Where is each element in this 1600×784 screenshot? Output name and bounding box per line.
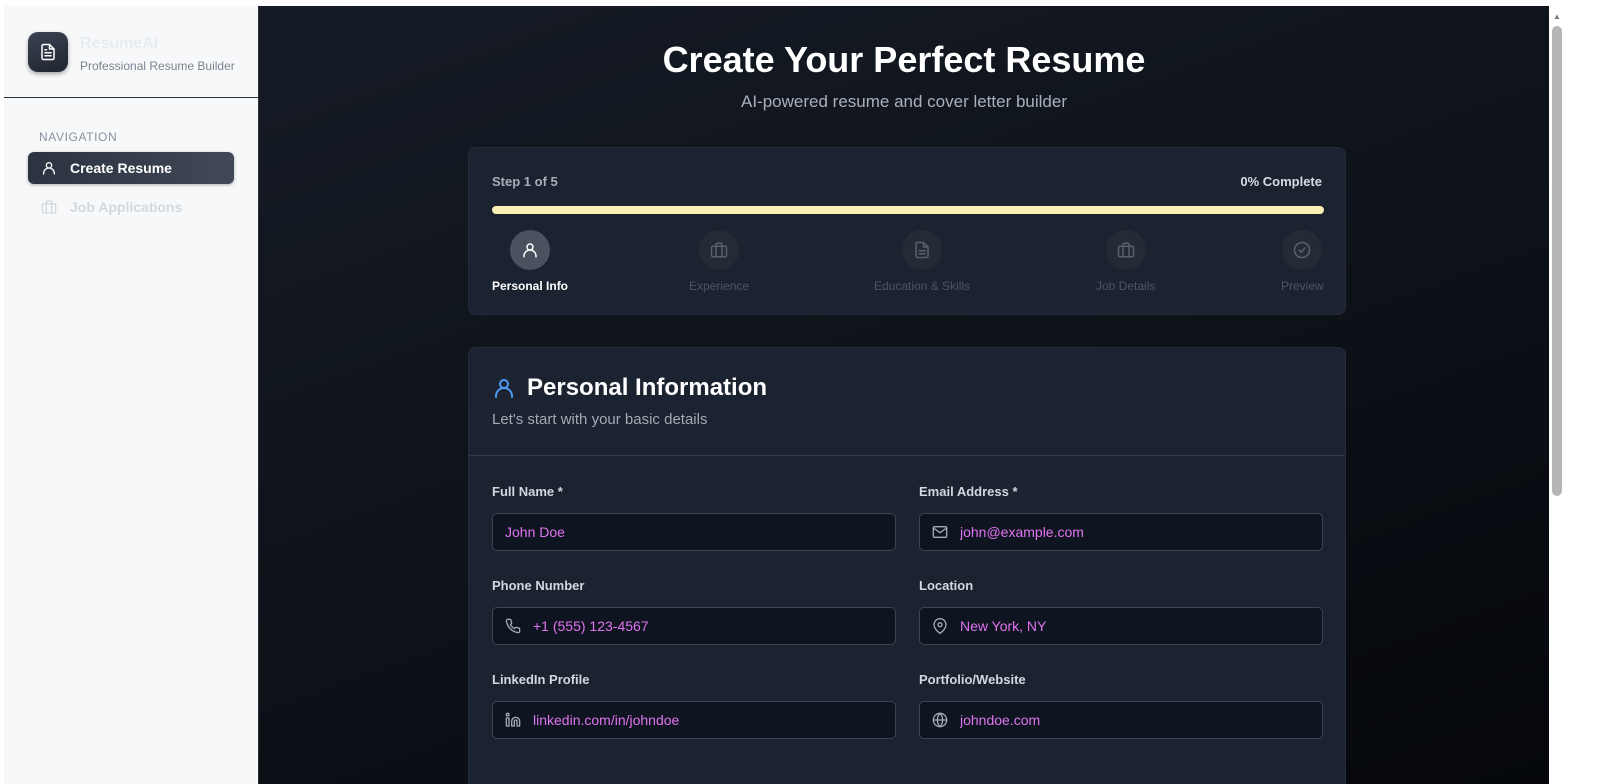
main-content: Create Your Perfect Resume AI-powered re… — [259, 6, 1549, 784]
email-box[interactable] — [919, 513, 1323, 551]
email-label: Email Address * — [919, 484, 1018, 499]
user-icon — [492, 376, 516, 405]
scroll-up-arrow-icon[interactable]: ▲ — [1552, 12, 1562, 22]
phone-box[interactable] — [492, 607, 896, 645]
step-label: Education & Skills — [874, 279, 971, 293]
nav-heading: NAVIGATION — [39, 130, 118, 144]
user-icon — [41, 160, 57, 176]
location-box[interactable] — [919, 607, 1323, 645]
step-label: Personal Info — [492, 279, 569, 293]
phone-input[interactable] — [533, 618, 873, 634]
brand-subtitle: Professional Resume Builder — [80, 59, 235, 73]
email-field: Email Address * — [919, 484, 1323, 551]
brand-title: ResumeAI — [80, 35, 159, 52]
website-label: Portfolio/Website — [919, 672, 1026, 687]
step-circle — [902, 230, 943, 270]
phone-icon — [505, 618, 521, 634]
step-label: Experience — [689, 279, 750, 293]
location-field: Location — [919, 578, 1323, 645]
phone-field: Phone Number — [492, 578, 896, 645]
linkedin-field: LinkedIn Profile — [492, 672, 896, 739]
map-pin-icon — [932, 618, 948, 634]
page-title: Create Your Perfect Resume — [662, 39, 1146, 80]
full-name-field: Full Name * — [492, 484, 896, 551]
linkedin-input[interactable] — [533, 712, 873, 728]
form-title: Personal Information — [527, 374, 768, 401]
brand-header: ResumeAI Professional Resume Builder — [4, 6, 259, 98]
logo[interactable] — [28, 32, 68, 72]
sidebar-item-create-resume[interactable]: Create Resume — [28, 152, 234, 184]
step-circle — [510, 230, 550, 270]
step-circle — [1105, 230, 1146, 270]
page-subtitle: AI-powered resume and cover letter build… — [741, 92, 1067, 111]
step-education-skills[interactable]: Education & Skills — [874, 230, 970, 293]
step-preview[interactable]: Preview — [1281, 230, 1324, 293]
step-circle — [1282, 230, 1323, 270]
mail-icon — [932, 524, 948, 540]
step-circle — [699, 230, 740, 270]
website-input[interactable] — [960, 712, 1300, 728]
personal-info-card: Personal Information Let's start with yo… — [468, 347, 1346, 784]
linkedin-icon — [505, 712, 521, 728]
briefcase-icon — [710, 242, 728, 258]
progress-bar — [492, 206, 1324, 214]
phone-label: Phone Number — [492, 578, 585, 593]
form-header: Personal Information Let's start with yo… — [469, 348, 1345, 456]
briefcase-icon — [41, 199, 57, 215]
step-experience[interactable]: Experience — [689, 230, 749, 293]
briefcase-icon — [1117, 242, 1134, 258]
step-indicator: Personal Info Experience Education & Ski… — [492, 230, 1324, 300]
step-counter: Step 1 of 5 — [492, 174, 558, 189]
document-icon — [41, 43, 55, 61]
linkedin-box[interactable] — [492, 701, 896, 739]
website-field: Portfolio/Website — [919, 672, 1323, 739]
app-window: ResumeAI Professional Resume Builder NAV… — [4, 6, 1584, 784]
sidebar-item-label: Create Resume — [70, 160, 172, 176]
step-job-details[interactable]: Job Details — [1096, 230, 1155, 293]
user-icon — [523, 243, 537, 258]
scrollbar-thumb[interactable] — [1552, 26, 1562, 496]
step-personal-info[interactable]: Personal Info — [492, 230, 568, 293]
percent-complete: 0% Complete — [1240, 174, 1322, 189]
progress-card: Step 1 of 5 0% Complete Personal Info Ex… — [468, 147, 1346, 315]
email-input[interactable] — [960, 524, 1300, 540]
step-label: Preview — [1281, 279, 1324, 293]
full-name-label: Full Name * — [492, 484, 563, 499]
location-label: Location — [919, 578, 974, 593]
check-circle-icon — [1294, 241, 1311, 259]
step-label: Job Details — [1096, 279, 1156, 293]
linkedin-label: LinkedIn Profile — [492, 672, 590, 687]
location-input[interactable] — [960, 618, 1300, 634]
sidebar: ResumeAI Professional Resume Builder NAV… — [4, 6, 259, 784]
globe-icon — [932, 712, 948, 728]
full-name-input[interactable] — [505, 524, 845, 540]
sidebar-item-label: Job Applications — [70, 199, 183, 215]
website-box[interactable] — [919, 701, 1323, 739]
document-icon — [915, 241, 929, 259]
sidebar-item-job-applications[interactable]: Job Applications — [28, 191, 234, 223]
full-name-box[interactable] — [492, 513, 896, 551]
form-subtitle: Let's start with your basic details — [492, 411, 708, 428]
